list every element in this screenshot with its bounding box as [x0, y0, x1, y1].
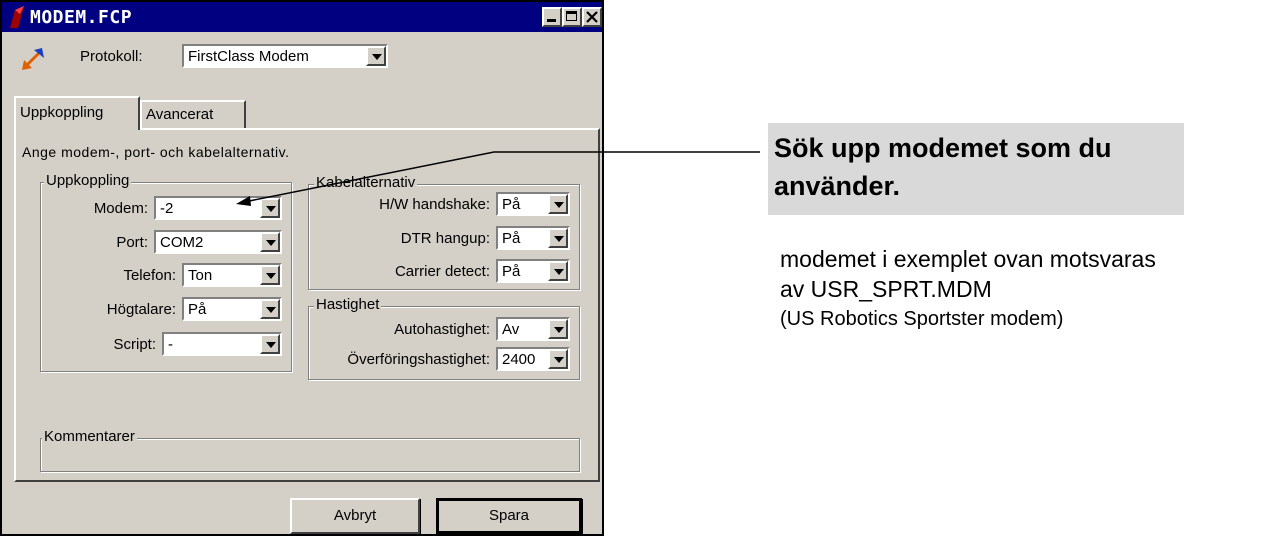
tab-uppkoppling-label: Uppkoppling: [20, 104, 104, 121]
callout-text: Sök upp modemet som du använder.: [774, 133, 1112, 201]
callout-box: Sök upp modemet som du använder.: [768, 123, 1184, 215]
note-line-1: modemet i exemplet ovan motsvaras: [780, 246, 1156, 272]
note-line-3: (US Robotics Sportster modem): [780, 308, 1064, 330]
tab-uppkoppling[interactable]: Uppkoppling: [14, 96, 140, 130]
note-line-2: av USR_SPRT.MDM: [780, 276, 992, 302]
